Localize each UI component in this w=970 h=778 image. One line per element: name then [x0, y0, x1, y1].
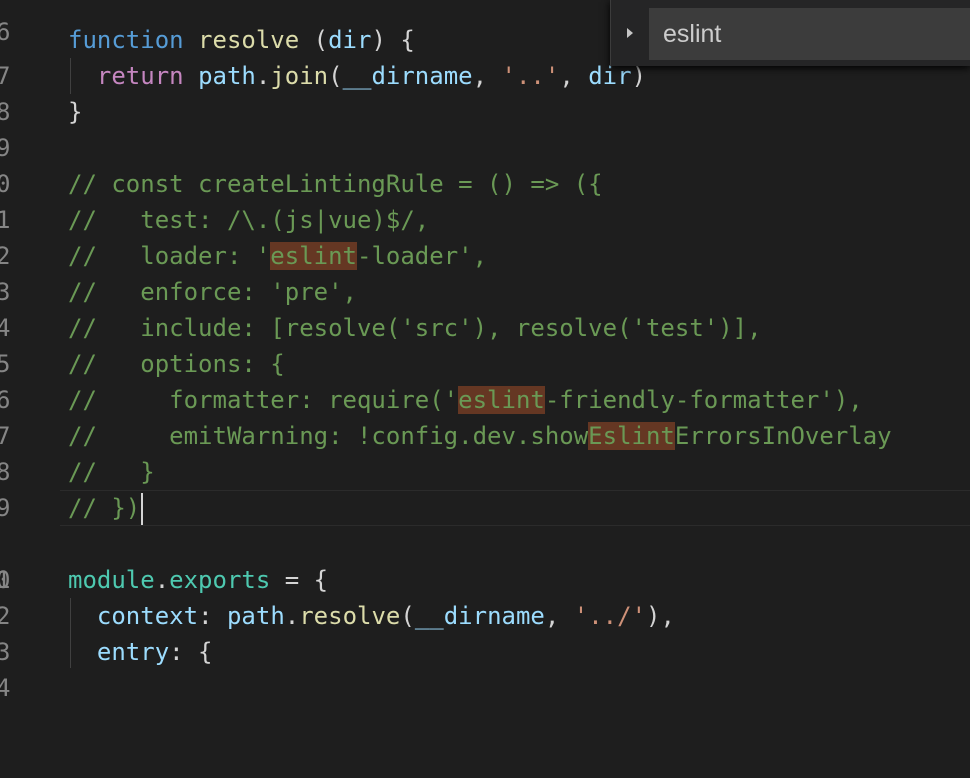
- code-editor[interactable]: 6 7 function resolve (dir) { 8 return pa…: [0, 0, 970, 702]
- code-line[interactable]: 9 // }: [0, 454, 970, 522]
- code-line[interactable]: 8 // emitWarning: !config.dev.showEslint…: [0, 418, 970, 486]
- code-text: // include: [resolve('src'), resolve('te…: [68, 314, 762, 342]
- code-line[interactable]: 6 // options: {: [0, 346, 970, 414]
- text-cursor: [141, 493, 144, 525]
- code-text: }: [68, 98, 83, 126]
- code-line[interactable]: 4 // enforce: 'pre',: [0, 274, 970, 342]
- code-line[interactable]: 2 // test: /\.(js|vue)$/,: [0, 202, 970, 270]
- code-line-current[interactable]: 0 // }): [0, 490, 970, 594]
- code-text: entry: {: [96, 638, 213, 666]
- code-text: // options: {: [68, 350, 285, 378]
- code-line[interactable]: 7 // formatter: require('eslint-friendly…: [0, 382, 970, 450]
- find-widget: [610, 0, 970, 66]
- code-text: context: path.resolve(__dirname, '../'),: [96, 602, 675, 630]
- code-text: // emitWarning: !config.dev.showEslintEr…: [68, 422, 892, 450]
- code-text: // enforce: 'pre',: [68, 278, 357, 306]
- code-line[interactable]: 1 // const createLintingRule = () => ({: [0, 166, 970, 234]
- chevron-right-icon[interactable]: [619, 18, 641, 48]
- code-line[interactable]: 2 module.exports = {: [0, 562, 970, 630]
- code-line[interactable]: 0: [0, 130, 970, 198]
- code-text: return path.join(__dirname, '..', dir): [96, 62, 647, 90]
- code-text: // const createLintingRule = () => ({: [68, 170, 603, 198]
- current-line-highlight: [60, 490, 970, 526]
- code-line[interactable]: 4 entry: {: [0, 634, 970, 702]
- code-text: module.exports = {: [68, 566, 329, 594]
- code-text: // test: /\.(js|vue)$/,: [68, 206, 430, 234]
- code-text: // }: [68, 458, 155, 486]
- line-number: 4: [0, 674, 11, 702]
- code-line[interactable]: 9 }: [0, 94, 970, 162]
- code-text: // formatter: require('eslint-friendly-f…: [68, 386, 863, 414]
- code-text: function resolve (dir) {: [68, 26, 415, 54]
- code-line[interactable]: 3 context: path.resolve(__dirname, '../'…: [0, 598, 970, 666]
- code-text: // loader: 'eslint-loader',: [68, 242, 488, 270]
- code-line[interactable]: 3 // loader: 'eslint-loader',: [0, 238, 970, 306]
- search-match: eslint: [270, 242, 357, 270]
- search-match: Eslint: [588, 422, 675, 450]
- search-match: eslint: [458, 386, 545, 414]
- code-line[interactable]: 1: [0, 526, 970, 594]
- code-text: // }): [68, 490, 144, 526]
- code-line[interactable]: 5 // include: [resolve('src'), resolve('…: [0, 310, 970, 378]
- find-input[interactable]: [649, 8, 970, 60]
